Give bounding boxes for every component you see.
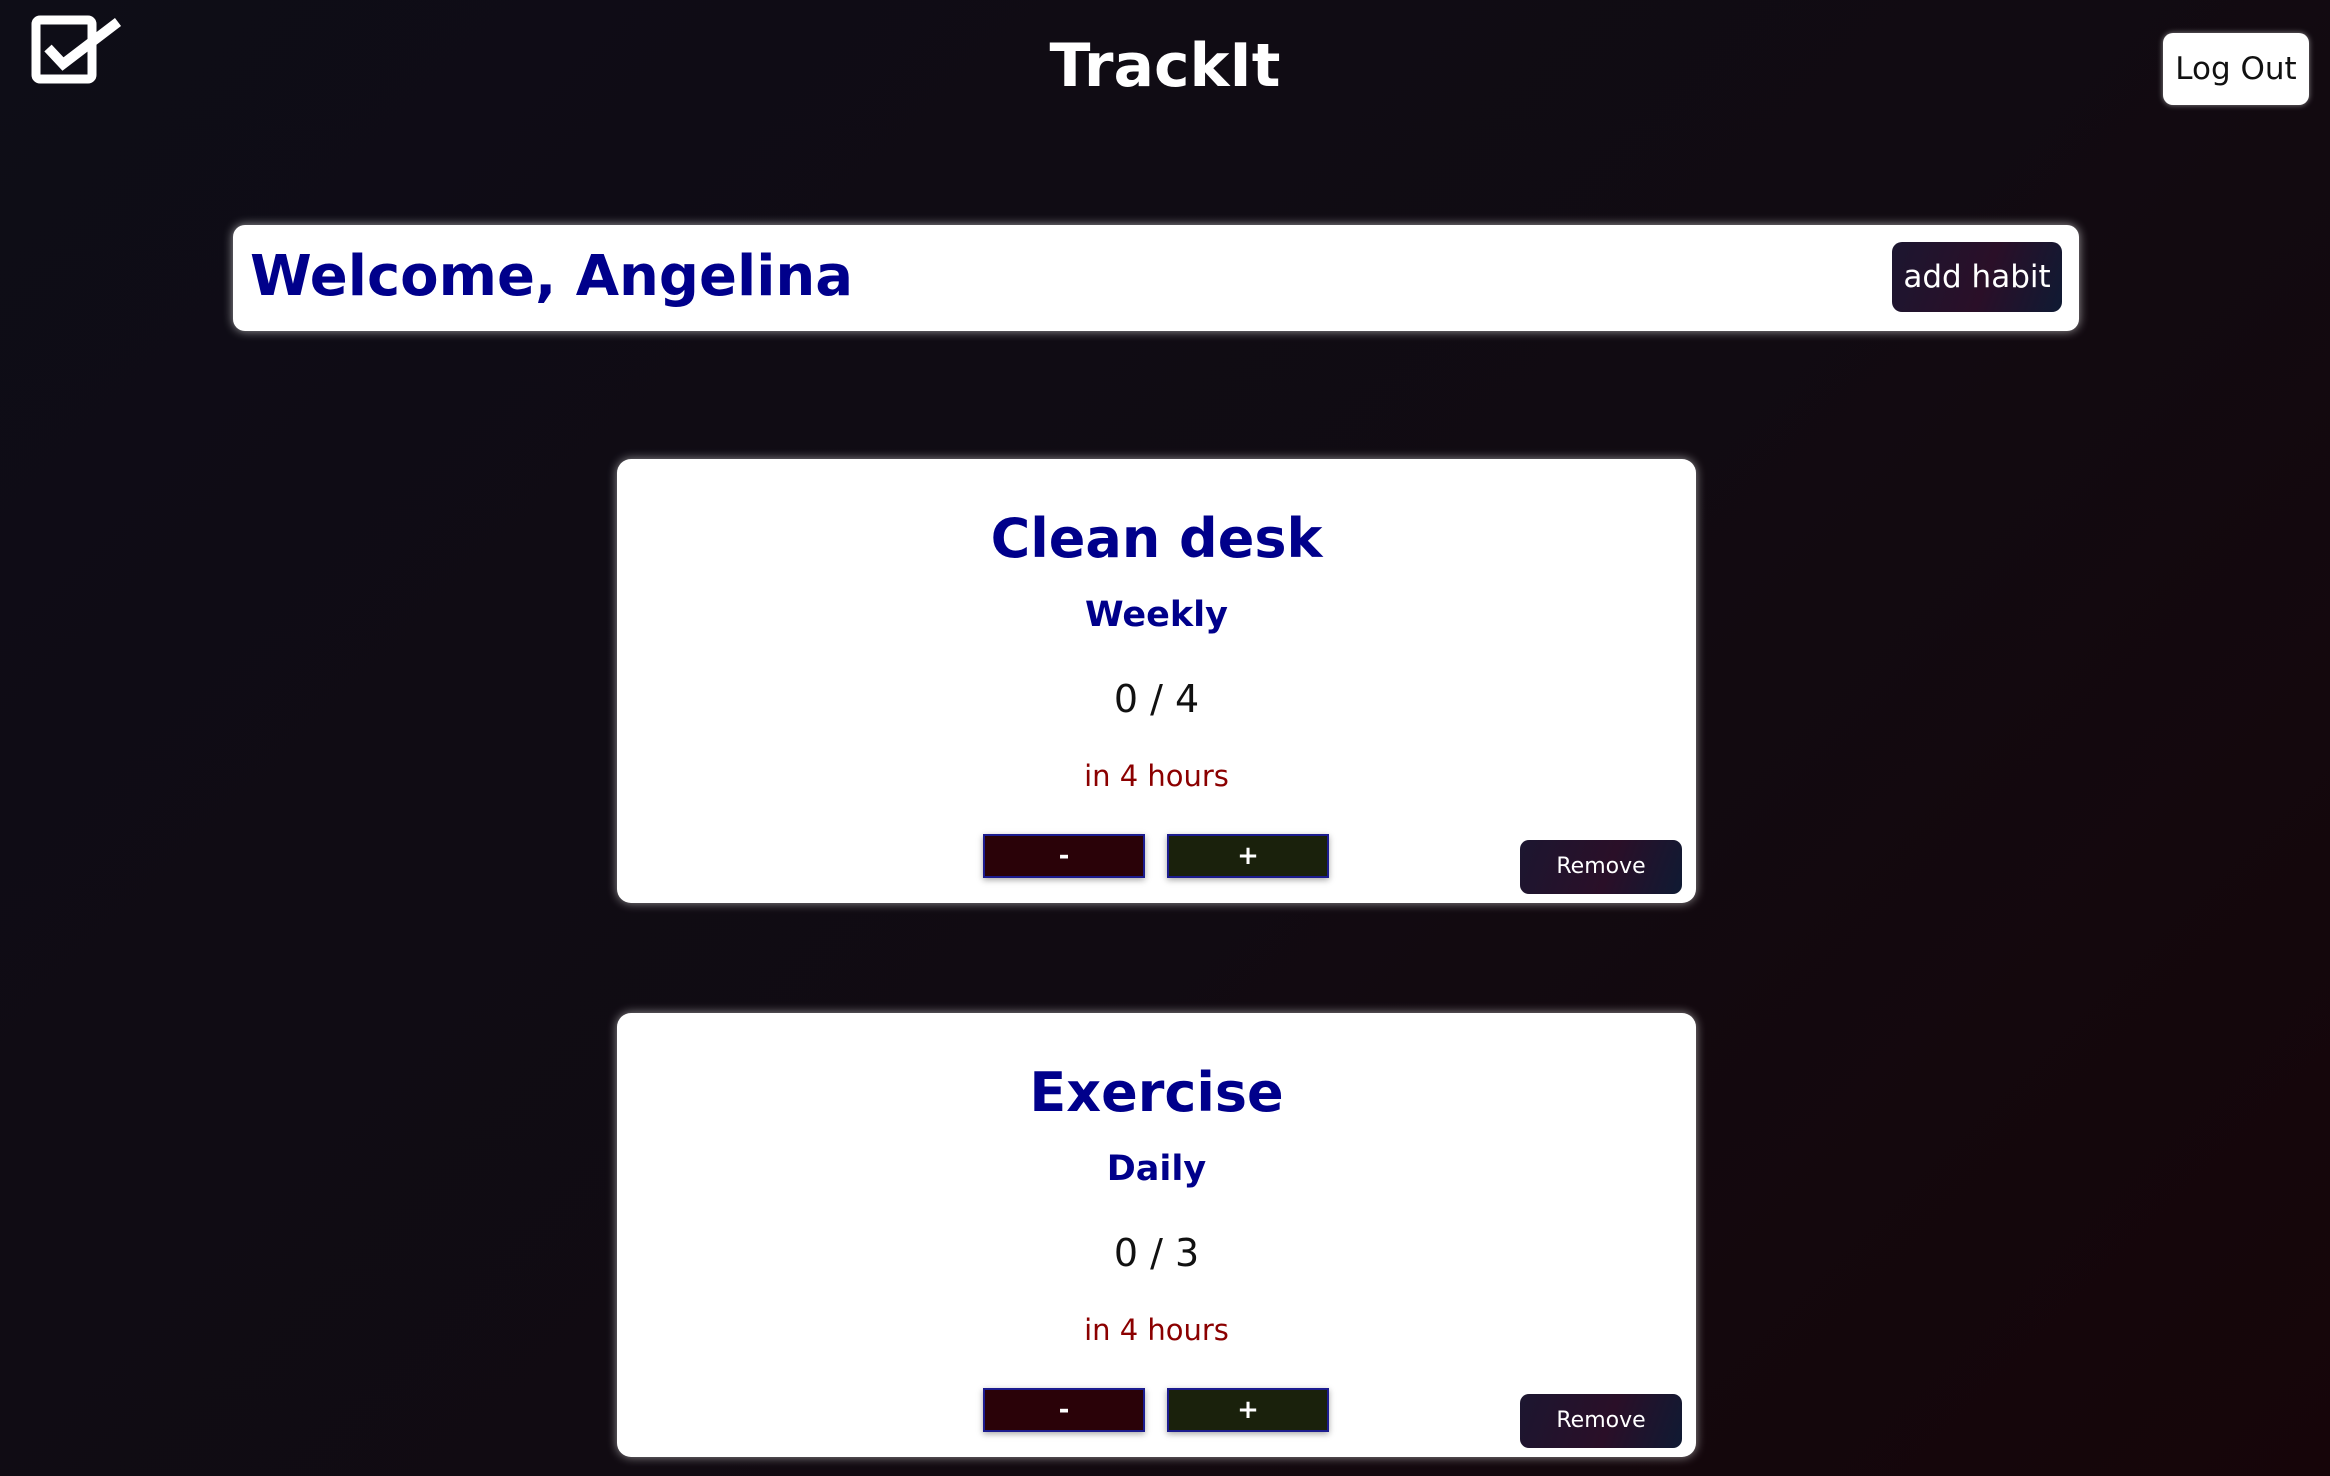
habit-due: in 4 hours — [1084, 1313, 1229, 1347]
habit-due: in 4 hours — [1084, 759, 1229, 793]
habit-frequency: Daily — [1106, 1149, 1207, 1189]
add-habit-button[interactable]: add habit — [1892, 242, 2062, 312]
decrement-button[interactable]: - — [983, 1388, 1145, 1432]
habit-name: Exercise — [1029, 1061, 1284, 1124]
habit-progress: 0 / 3 — [1113, 1231, 1200, 1275]
remove-habit-button[interactable]: Remove — [1520, 840, 1682, 894]
habit-name: Clean desk — [990, 507, 1323, 570]
increment-button[interactable]: + — [1167, 1388, 1329, 1432]
remove-habit-button[interactable]: Remove — [1520, 1394, 1682, 1448]
decrement-button[interactable]: - — [983, 834, 1145, 878]
habit-card: Clean desk Weekly 0 / 4 in 4 hours - + R… — [617, 459, 1696, 903]
app-title: TrackIt — [1049, 31, 1281, 101]
logout-button[interactable]: Log Out — [2163, 33, 2309, 105]
welcome-heading: Welcome, Angelina — [250, 244, 854, 309]
welcome-bar: Welcome, Angelina add habit — [233, 225, 2079, 331]
habit-frequency: Weekly — [1085, 595, 1228, 635]
habit-card: Exercise Daily 0 / 3 in 4 hours - + Remo… — [617, 1013, 1696, 1457]
habit-progress: 0 / 4 — [1113, 677, 1200, 721]
increment-button[interactable]: + — [1167, 834, 1329, 878]
